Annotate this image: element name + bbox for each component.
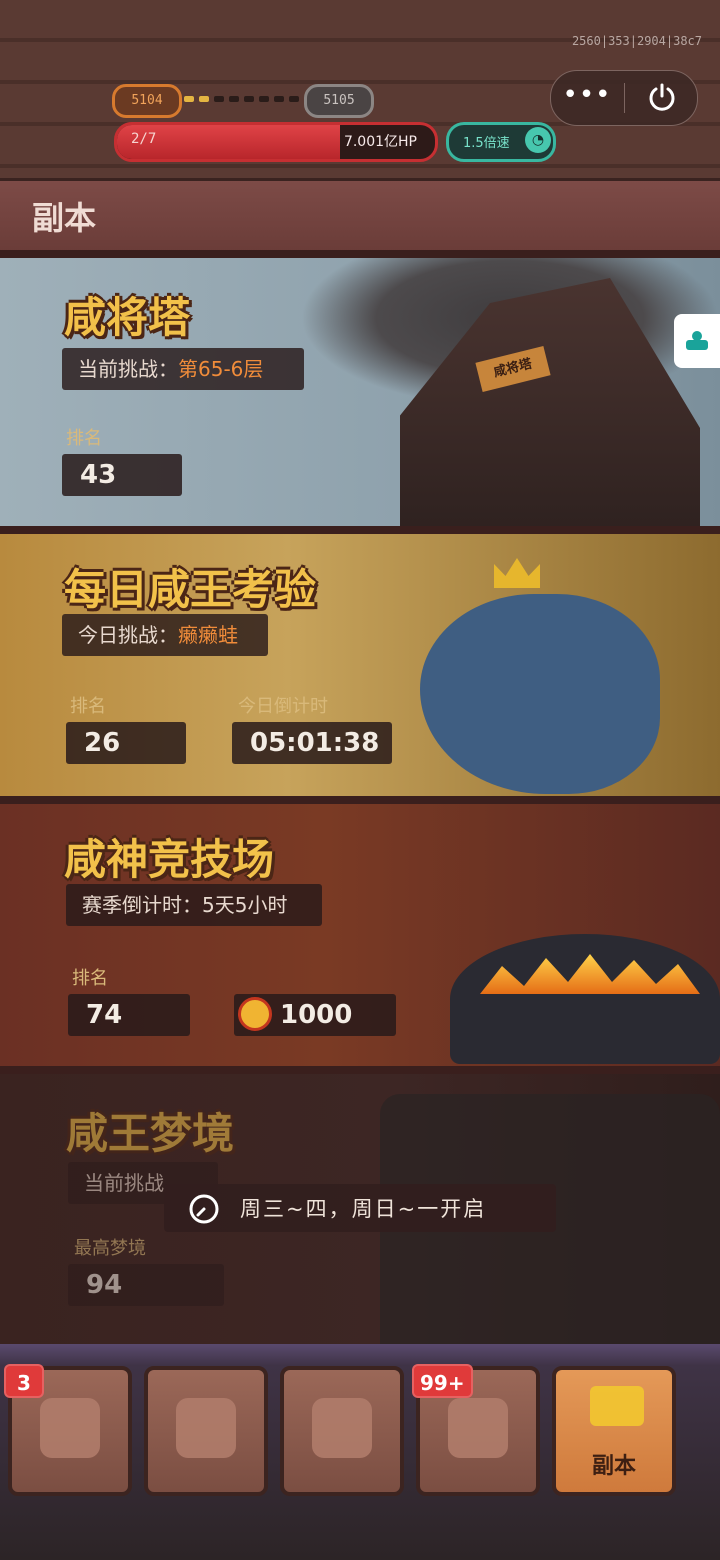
boss-hp-bar: 2/7 7.001亿HP — [114, 122, 438, 162]
daily-trial-card[interactable]: 每日咸王考验 今日挑战：癞癞蛙 排名 26 今日倒计时 05:01:38 — [0, 526, 720, 812]
nav-equipment-button[interactable] — [144, 1366, 268, 1496]
arena-points-box: 1000 — [234, 994, 396, 1036]
king-fish-illustration — [420, 594, 660, 794]
build-id-text: 2560|353|2904|38c7 — [571, 34, 702, 48]
schedule-text: 周三~四，周日~一开启 — [240, 1197, 487, 1221]
current-level-badge: 5104 — [112, 84, 182, 118]
miniapp-capsule: ••• — [550, 70, 698, 126]
nav-chests-button[interactable]: 99+ — [412, 1364, 540, 1496]
chests-badge: 99+ — [412, 1364, 473, 1398]
side-float-button[interactable] — [674, 314, 720, 368]
daily-rank-label: 排名 — [70, 696, 106, 717]
dream-best-value: 94 — [68, 1264, 224, 1306]
arena-card[interactable]: 咸神竞技场 赛季倒计时：5天5小时 排名 74 1000 — [0, 796, 720, 1082]
nav-skills-button[interactable] — [280, 1366, 404, 1496]
daily-countdown-value: 05:01:38 — [232, 722, 392, 764]
helmet-icon — [312, 1398, 372, 1458]
nav-dungeon-label: 副本 — [591, 1454, 636, 1479]
arena-rank-value: 74 — [68, 994, 190, 1036]
dream-card[interactable]: 咸王梦境 当前挑战 最高梦境 94 周三~四，周日~一开启 — [0, 1066, 720, 1360]
tower-card[interactable]: 咸将塔 咸将塔 当前挑战：第65-6层 排名 43 — [0, 250, 720, 534]
section-header: 副本 — [0, 178, 720, 259]
scroll-icon — [590, 1386, 644, 1426]
page-title: 副本 — [32, 199, 97, 237]
hp-stage-text: 2/7 — [131, 131, 157, 147]
bottom-nav: 3 99+ 副本 — [0, 1344, 720, 1560]
challenge-prefix: 今日挑战： — [78, 623, 178, 647]
challenge-value: 癞癞蛙 — [178, 623, 238, 647]
heroes-badge: 3 — [4, 1364, 44, 1398]
speedometer-icon: ◔ — [525, 127, 551, 153]
hero-icon — [40, 1398, 100, 1458]
pot-illustration — [450, 934, 720, 1064]
clock-icon — [189, 1194, 219, 1224]
arena-title: 咸神竞技场 — [64, 835, 275, 884]
arena-season-chip: 赛季倒计时：5天5小时 — [66, 884, 322, 926]
schedule-notice: 周三~四，周日~一开启 — [164, 1184, 556, 1232]
armor-icon — [176, 1398, 236, 1458]
crown-icon — [494, 558, 540, 588]
level-progress — [184, 96, 299, 102]
dream-title: 咸王梦境 — [66, 1109, 235, 1158]
challenge-prefix: 当前挑战： — [78, 357, 178, 381]
arena-points-value: 1000 — [280, 1000, 353, 1030]
game-helper-icon — [686, 331, 708, 350]
arena-rank-label: 排名 — [72, 968, 108, 989]
nav-heroes-button[interactable]: 3 — [4, 1364, 132, 1496]
challenge-value: 第65-6层 — [178, 357, 264, 381]
hp-value-text: 7.001亿HP — [343, 134, 417, 150]
daily-rank-value: 26 — [66, 722, 186, 764]
tower-rank-label: 排名 — [66, 428, 102, 449]
speed-toggle-button[interactable]: 1.5倍速 ◔ — [446, 122, 556, 162]
nav-dungeon-button[interactable]: 副本 — [552, 1366, 676, 1496]
daily-title: 每日咸王考验 — [64, 565, 317, 614]
medal-icon — [238, 997, 272, 1031]
speed-label: 1.5倍速 — [463, 136, 510, 151]
power-icon[interactable] — [625, 71, 697, 125]
tower-title: 咸将塔 — [64, 293, 191, 342]
tower-challenge-chip: 当前挑战：第65-6层 — [62, 348, 304, 390]
dream-best-label: 最高梦境 — [74, 1238, 146, 1259]
next-level-badge: 5105 — [304, 84, 374, 118]
chest-icon — [448, 1398, 508, 1458]
daily-countdown-label: 今日倒计时 — [238, 696, 328, 717]
daily-challenge-chip: 今日挑战：癞癞蛙 — [62, 614, 268, 656]
more-dots-icon[interactable]: ••• — [551, 71, 623, 125]
tower-rank-value: 43 — [62, 454, 182, 496]
